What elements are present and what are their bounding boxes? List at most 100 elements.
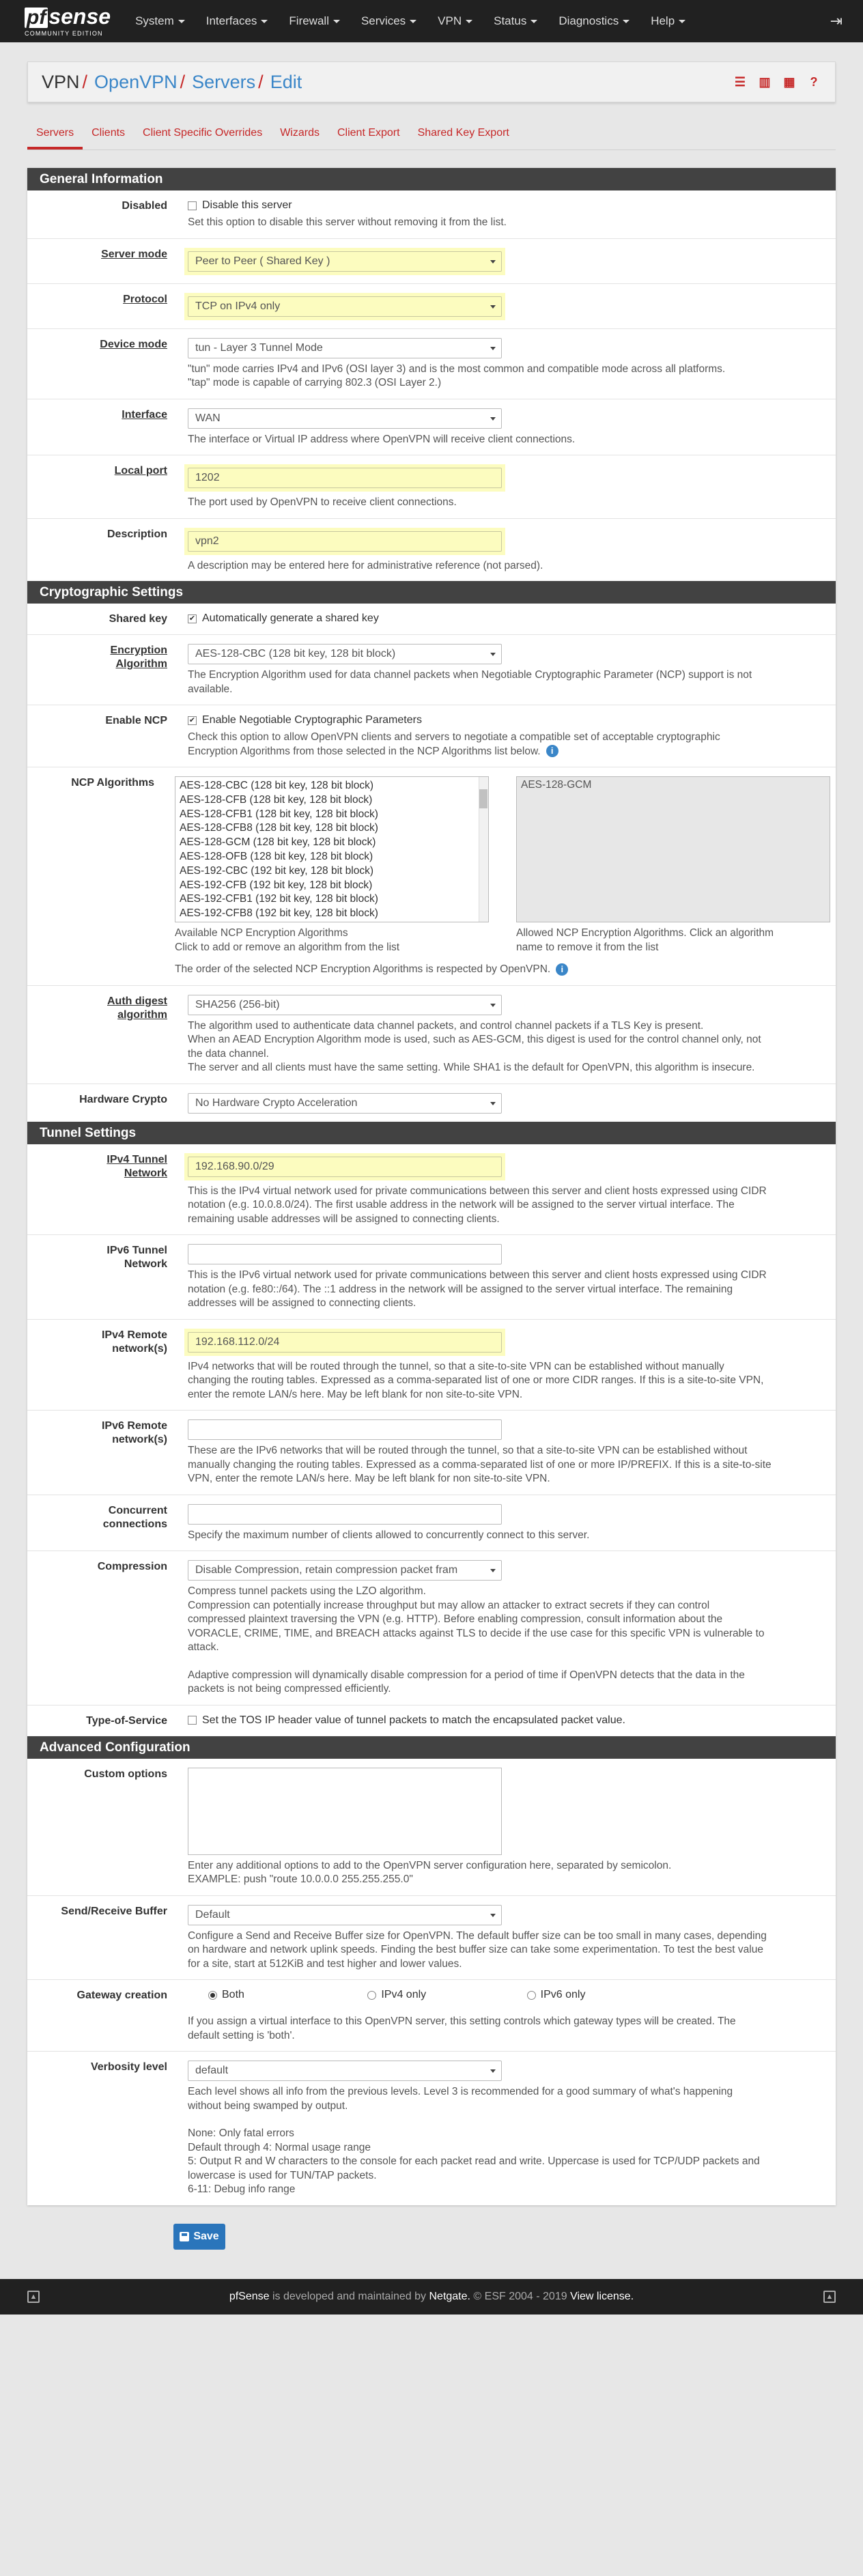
panel-heading: Advanced Configuration — [27, 1736, 836, 1759]
concurrent-connections-input[interactable] — [188, 1503, 502, 1525]
gateway-ipv6-radio[interactable]: IPv6 only — [507, 1989, 666, 2001]
compression-select[interactable]: Disable Compression, retain compression … — [188, 1560, 502, 1581]
disabled-checkbox[interactable] — [188, 201, 197, 210]
auth-digest-select[interactable]: SHA256 (256-bit) — [188, 994, 502, 1015]
logo-edition: COMMUNITY EDITION — [25, 29, 103, 37]
netgate-link[interactable]: Netgate. — [429, 2291, 470, 2303]
scroll-top-icon[interactable]: ▲ — [823, 2290, 836, 2303]
disabled-label: Disabled — [122, 200, 167, 212]
hardware-crypto-select[interactable]: No Hardware Crypto Acceleration — [188, 1092, 502, 1114]
chevron-down-icon — [261, 19, 268, 23]
shared-key-checkbox[interactable]: ✔ — [188, 614, 197, 623]
list-item[interactable]: AES-128-GCM (128 bit key, 128 bit block) — [180, 836, 484, 850]
shared-key-label: Shared key — [109, 613, 167, 625]
protocol-select[interactable]: TCP on IPv4 only — [188, 296, 502, 317]
nav-services[interactable]: Services — [361, 14, 417, 28]
tos-checkbox[interactable] — [188, 1716, 197, 1725]
interface-label: Interface — [122, 408, 167, 421]
buffer-select[interactable]: Default — [188, 1904, 502, 1925]
verbosity-select[interactable]: default — [188, 2061, 502, 2081]
sliders-icon[interactable]: ☰ — [733, 74, 748, 89]
tunnel-settings-panel: Tunnel Settings IPv4 Tunnel Network 192.1… — [27, 1121, 836, 1736]
buffer-label: Send/Receive Buffer — [61, 1905, 167, 1917]
list-item[interactable]: AES-128-CBC (128 bit key, 128 bit block) — [180, 779, 484, 793]
breadcrumb-edit[interactable]: Edit — [270, 72, 302, 93]
device-mode-label: Device mode — [100, 338, 167, 350]
info-icon[interactable]: i — [556, 963, 569, 976]
ncp-allowed-list[interactable]: AES-128-GCM — [516, 776, 830, 922]
view-license-link[interactable]: View license. — [570, 2291, 634, 2303]
protocol-label: Protocol — [123, 293, 167, 305]
enable-ncp-checkbox[interactable]: ✔ — [188, 716, 197, 725]
nav-interfaces[interactable]: Interfaces — [206, 14, 268, 28]
info-icon[interactable]: i — [546, 745, 558, 758]
list-item[interactable]: AES-192-CFB (192 bit key, 128 bit block) — [180, 879, 484, 893]
gateway-both-radio[interactable]: Both — [188, 1989, 347, 2001]
pfsense-logo[interactable]: pf sense COMMUNITY EDITION — [25, 3, 111, 37]
auth-digest-label: Auth digest — [107, 995, 167, 1007]
ncp-algorithms-label: NCP Algorithms — [71, 777, 154, 789]
list-item[interactable]: AES-128-GCM — [521, 779, 825, 791]
description-input[interactable]: vpn2 — [188, 530, 502, 552]
tab-shared-key-export[interactable]: Shared Key Export — [409, 117, 518, 150]
advanced-configuration-panel: Advanced Configuration Custom options En… — [27, 1736, 836, 2205]
nav-vpn[interactable]: VPN — [438, 14, 473, 28]
general-information-panel: General Information Disabled Disable thi… — [27, 168, 836, 581]
compression-label: Compression — [97, 1561, 167, 1572]
nav-firewall[interactable]: Firewall — [289, 14, 340, 28]
hardware-crypto-label: Hardware Crypto — [79, 1093, 167, 1105]
chevron-down-icon — [410, 19, 417, 23]
cryptographic-settings-panel: Cryptographic Settings Shared key ✔ Autom… — [27, 581, 836, 1122]
ipv6-remote-input[interactable] — [188, 1419, 502, 1440]
list-item[interactable]: AES-128-OFB (128 bit key, 128 bit block) — [180, 850, 484, 864]
panel-heading: Tunnel Settings — [27, 1121, 836, 1144]
chevron-down-icon — [530, 19, 538, 23]
chevron-down-icon — [178, 19, 185, 23]
breadcrumb-openvpn[interactable]: OpenVPN — [94, 72, 178, 93]
gateway-ipv4-radio[interactable]: IPv4 only — [347, 1989, 506, 2001]
table-icon[interactable]: ▦ — [782, 74, 797, 89]
tab-servers[interactable]: Servers — [27, 117, 83, 150]
bar-chart-icon[interactable]: ▥ — [757, 74, 772, 89]
interface-select[interactable]: WAN — [188, 408, 502, 429]
encryption-select[interactable]: AES-128-CBC (128 bit key, 128 bit block) — [188, 644, 502, 664]
tab-clients[interactable]: Clients — [83, 117, 134, 150]
logo-pf: pf — [25, 7, 48, 28]
breadcrumb-servers[interactable]: Servers — [192, 72, 255, 93]
scroll-top-icon[interactable]: ▲ — [27, 2290, 40, 2303]
scrollbar[interactable] — [479, 777, 488, 922]
ipv4-tunnel-input[interactable]: 192.168.90.0/29 — [188, 1156, 502, 1177]
ipv4-tunnel-label: IPv4 Tunnel — [107, 1153, 167, 1165]
list-item[interactable]: AES-192-CFB8 (192 bit key, 128 bit block… — [180, 907, 484, 921]
verbosity-label: Verbosity level — [90, 2061, 167, 2073]
help-icon[interactable]: ? — [806, 74, 821, 89]
save-button[interactable]: Save — [173, 2223, 225, 2250]
list-item[interactable]: AES-192-CBC (192 bit key, 128 bit block) — [180, 864, 484, 879]
list-item[interactable]: AES-128-CFB8 (128 bit key, 128 bit block… — [180, 821, 484, 836]
tab-bar: Servers Clients Client Specific Override… — [27, 117, 836, 150]
tab-client-specific-overrides[interactable]: Client Specific Overrides — [134, 117, 271, 150]
nav-status[interactable]: Status — [494, 14, 538, 28]
list-item[interactable]: AES-192-CFB1 (192 bit key, 128 bit block… — [180, 892, 484, 907]
panel-heading: General Information — [27, 168, 836, 190]
nav-diagnostics[interactable]: Diagnostics — [558, 14, 630, 28]
server-mode-select[interactable]: Peer to Peer ( Shared Key ) — [188, 251, 502, 272]
logo-sense: sense — [48, 3, 111, 29]
logout-icon[interactable]: ⇥ — [830, 12, 843, 30]
ipv4-remote-input[interactable]: 192.168.112.0/24 — [188, 1331, 502, 1353]
ncp-available-list[interactable]: AES-128-CBC (128 bit key, 128 bit block)… — [175, 776, 489, 922]
tab-client-export[interactable]: Client Export — [328, 117, 409, 150]
nav-system[interactable]: System — [135, 14, 185, 28]
enable-ncp-label: Enable NCP — [105, 715, 167, 726]
local-port-label: Local port — [114, 465, 167, 477]
ipv6-tunnel-input[interactable] — [188, 1244, 502, 1264]
list-item[interactable]: AES-128-CFB (128 bit key, 128 bit block) — [180, 793, 484, 808]
tab-wizards[interactable]: Wizards — [271, 117, 328, 150]
device-mode-select[interactable]: tun - Layer 3 Tunnel Mode — [188, 337, 502, 358]
list-item[interactable]: AES-128-CFB1 (128 bit key, 128 bit block… — [180, 808, 484, 822]
local-port-input[interactable]: 1202 — [188, 468, 502, 488]
chevron-down-icon — [623, 19, 630, 23]
nav-help[interactable]: Help — [651, 14, 686, 28]
top-navbar: pf sense COMMUNITY EDITION System Interf… — [0, 0, 863, 42]
custom-options-textarea[interactable] — [188, 1767, 502, 1855]
